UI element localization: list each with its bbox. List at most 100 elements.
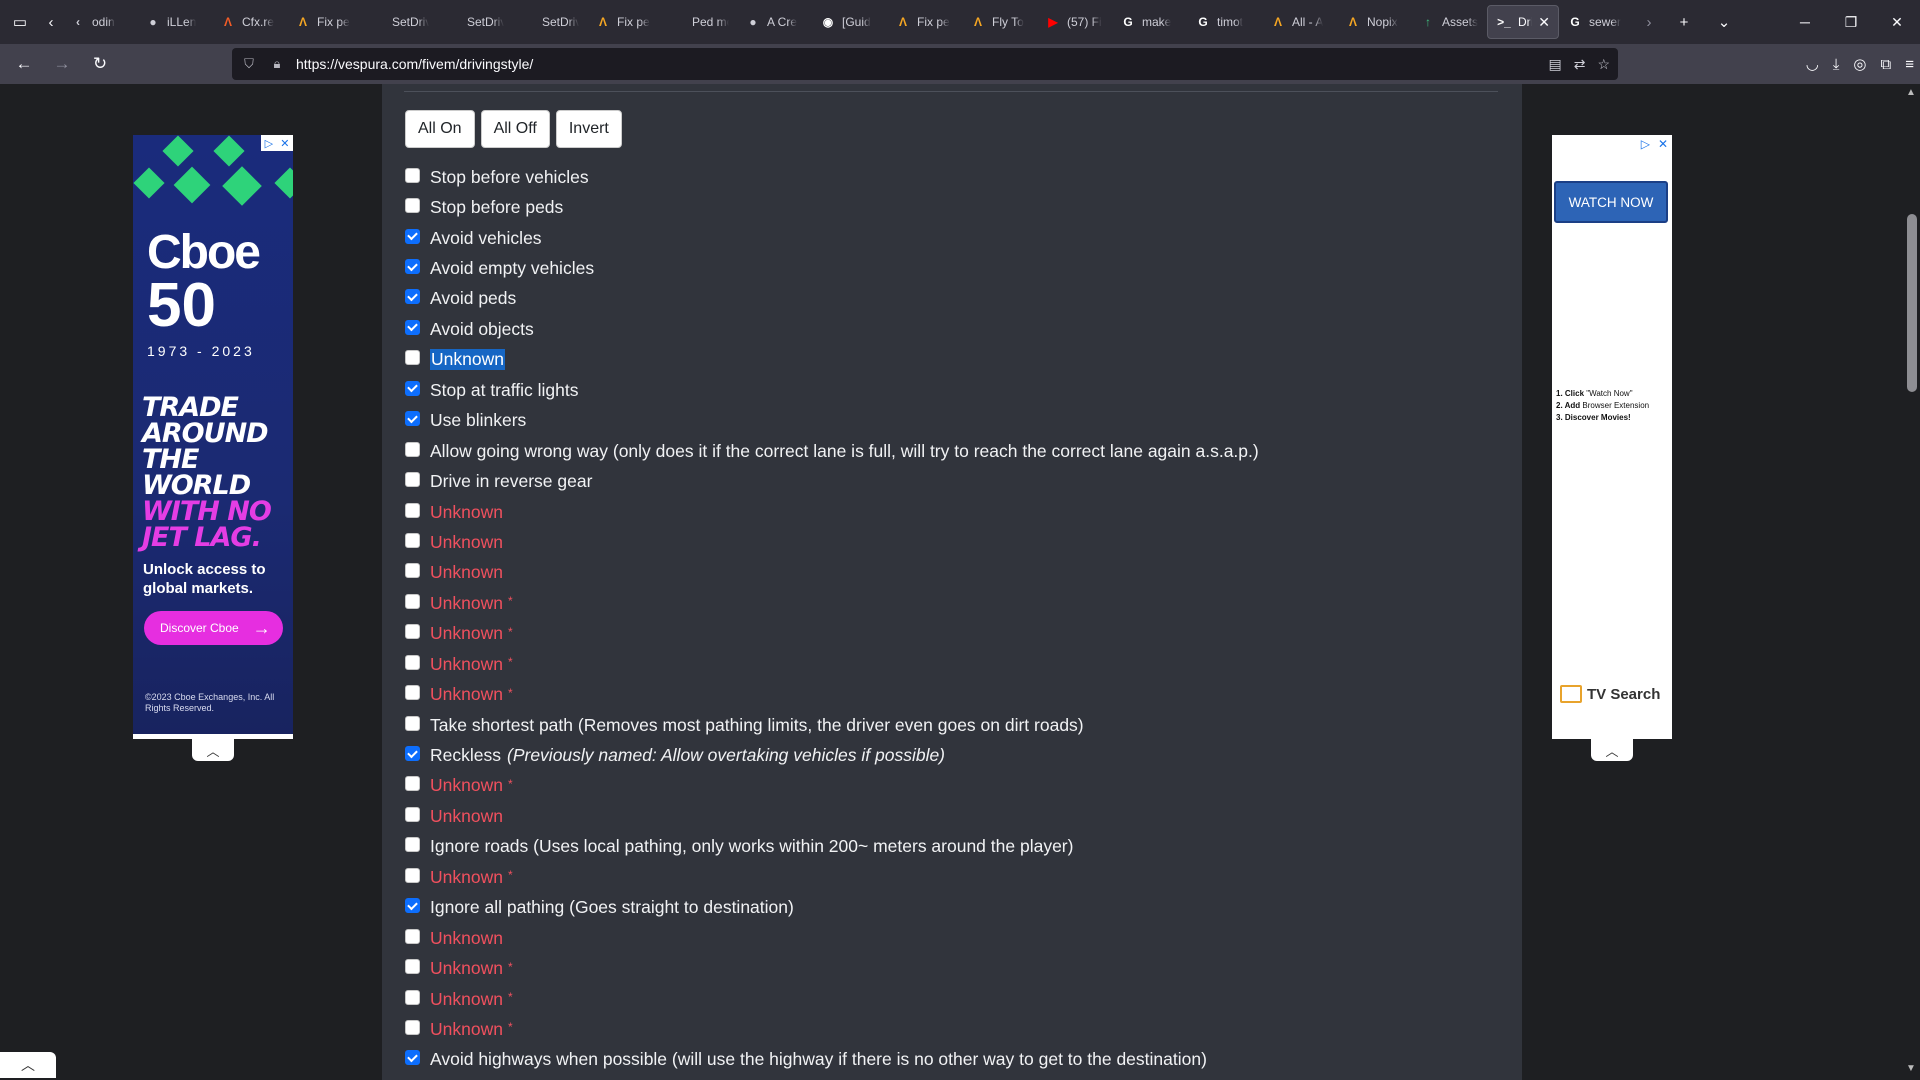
back-icon[interactable]: ← [6,48,42,80]
tab[interactable]: ● iLLen [137,5,212,39]
flag-label[interactable]: Unknown [430,349,505,371]
flag-label[interactable]: Avoid empty vehicles [430,258,594,279]
flag-checkbox[interactable] [405,898,420,914]
flag-label[interactable]: Unknown [430,867,503,888]
flag-label[interactable]: Stop before vehicles [430,167,589,188]
tab-list-icon[interactable]: ▭ [0,0,40,44]
all-on-button[interactable]: All On [405,110,475,148]
scroll-down-icon[interactable]: ▼ [1902,1060,1920,1076]
forward-icon[interactable]: → [44,48,80,80]
tab[interactable]: Gsewer [1559,5,1634,39]
new-tab-icon[interactable]: + [1664,0,1704,44]
tabs-scroll-right-icon[interactable]: › [1634,0,1664,44]
translate-icon[interactable]: ⇄ [1574,56,1586,73]
flag-checkbox[interactable] [405,685,420,701]
tab[interactable]: ● A Cre [737,5,812,39]
ad-right-collapse-icon[interactable]: ︿ [1591,739,1633,761]
flag-checkbox[interactable] [405,259,420,275]
flag-checkbox[interactable] [405,198,420,214]
reader-view-icon[interactable]: ▤ [1548,56,1561,73]
flag-label[interactable]: Avoid vehicles [430,228,542,249]
bookmark-star-icon[interactable]: ☆ [1597,56,1610,73]
tab[interactable]: Λ Fly To [962,5,1037,39]
flag-checkbox[interactable] [405,411,420,427]
flag-label[interactable]: Unknown [430,623,503,644]
scroll-up-icon[interactable]: ▲ [1902,84,1920,100]
flag-label[interactable]: Unknown [430,806,503,827]
flag-checkbox[interactable] [405,472,420,488]
tab[interactable]: Λ Fix pe [887,5,962,39]
flag-checkbox[interactable] [405,563,420,579]
flag-checkbox[interactable] [405,167,420,183]
flag-checkbox[interactable] [405,746,420,762]
flag-label[interactable]: Unknown [430,654,503,675]
flag-checkbox[interactable] [405,502,420,518]
tab[interactable]: Gmake [1112,5,1187,39]
flag-checkbox[interactable] [405,654,420,670]
flag-checkbox[interactable] [405,350,420,366]
tab[interactable]: Λ Fix pe [287,5,362,39]
tab[interactable]: ↑ Assets [1412,5,1487,39]
flag-label[interactable]: Allow going wrong way (only does it if t… [430,441,1259,462]
tabs-scroll-left-icon[interactable]: ‹ [40,0,62,44]
ad-discover-button[interactable]: Discover Cboe → [144,611,283,645]
flag-label[interactable]: Take shortest path (Removes most pathing… [430,715,1084,736]
tracking-shield-icon[interactable]: ⛉ [240,56,258,72]
flag-checkbox[interactable] [405,228,420,244]
scrollbar-thumb[interactable] [1907,214,1917,392]
flag-checkbox[interactable] [405,624,420,640]
ad-left-cboe[interactable]: ▷ ✕ Cboe 50 1973 - 2023 TRADE AROUND THE … [133,135,293,739]
tab-close-icon[interactable]: ✕ [1538,14,1550,31]
flag-label[interactable]: Unknown [430,1019,503,1040]
reload-icon[interactable]: ↻ [82,48,118,80]
ad-close-icon[interactable]: ✕ [1658,137,1668,151]
lock-icon[interactable]: 🔒︎ [268,56,286,72]
tab[interactable]: Λ Fix pe [587,5,662,39]
tab[interactable]: ▶ (57) Fi [1037,5,1112,39]
ad-choices-badge[interactable]: ▷ ✕ [261,135,293,151]
flag-checkbox[interactable] [405,867,420,883]
flag-label[interactable]: Reckless [430,745,501,766]
tab[interactable]: SetDriveTe [362,5,437,39]
flag-checkbox[interactable] [405,989,420,1005]
flag-label[interactable]: Unknown [430,775,503,796]
flag-checkbox[interactable] [405,532,420,548]
ad-choices-icon[interactable]: ▷ [265,137,273,150]
invert-button[interactable]: Invert [555,110,622,148]
flag-label[interactable]: Unknown [430,684,503,705]
flag-checkbox[interactable] [405,959,420,975]
flag-checkbox[interactable] [405,593,420,609]
flag-label[interactable]: Stop before peds [430,197,563,218]
url-bar[interactable]: ⛉ 🔒︎ https://vespura.com/fivem/drivingst… [232,48,1618,80]
flag-label[interactable]: Unknown [430,593,503,614]
back-to-top-icon[interactable]: ︿ [0,1052,56,1078]
tab[interactable]: SetDriveTe [512,5,587,39]
flag-checkbox[interactable] [405,806,420,822]
close-window-icon[interactable]: ✕ [1874,0,1920,44]
flag-checkbox[interactable] [405,1019,420,1035]
flag-label[interactable]: Unknown [430,928,503,949]
flag-checkbox[interactable] [405,1050,420,1066]
flag-checkbox[interactable] [405,319,420,335]
menu-icon[interactable]: ≡ [1905,56,1914,73]
tab[interactable]: Λ Nopix [1337,5,1412,39]
tab[interactable]: SetDriveTe [437,5,512,39]
flag-checkbox[interactable] [405,776,420,792]
page-scrollbar[interactable]: ▲ ▼ [1902,84,1920,1080]
ad-choices-badge[interactable]: ▷ ✕ [1641,137,1668,151]
tab-active[interactable]: >_ Dri ✕ [1487,5,1559,39]
flag-label[interactable]: Unknown [430,502,503,523]
flag-checkbox[interactable] [405,837,420,853]
tab[interactable]: Λ Cfx.re [212,5,287,39]
flag-label[interactable]: Unknown [430,532,503,553]
flag-label[interactable]: Unknown [430,562,503,583]
flag-label[interactable]: Avoid highways when possible (will use t… [430,1049,1207,1070]
url-text[interactable]: https://vespura.com/fivem/drivingstyle/ [296,56,533,72]
flag-label[interactable]: Ignore roads (Uses local pathing, only w… [430,836,1073,857]
account-icon[interactable]: ◎ [1853,55,1866,73]
flag-checkbox[interactable] [405,715,420,731]
flag-label[interactable]: Drive in reverse gear [430,471,592,492]
minimize-icon[interactable]: ─ [1782,0,1828,44]
flag-checkbox[interactable] [405,289,420,305]
flag-label[interactable]: Ignore all pathing (Goes straight to des… [430,897,794,918]
